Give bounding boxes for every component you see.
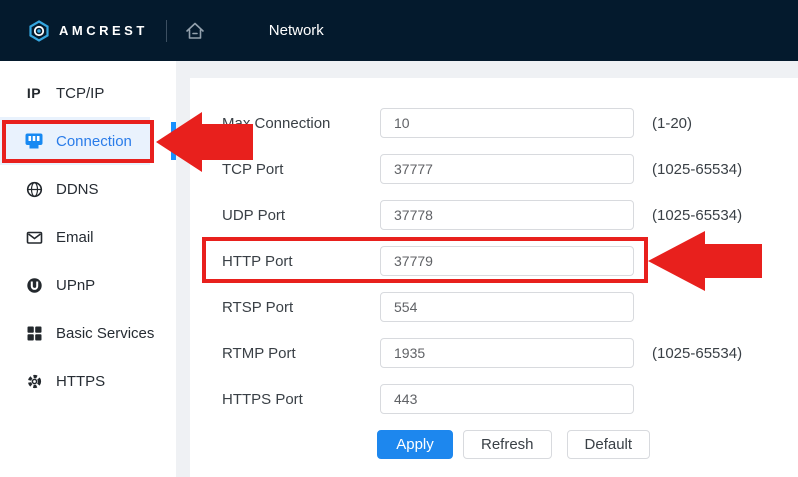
form-row-max-connection: Max Connection (1-20) — [222, 108, 798, 138]
max-connection-label: Max Connection — [222, 115, 380, 132]
button-row: Apply Refresh Default — [377, 430, 798, 459]
globe-icon — [25, 181, 43, 198]
sidebar-item-label: HTTPS — [56, 373, 105, 390]
circle-u-icon — [25, 277, 43, 294]
envelope-icon — [25, 229, 43, 246]
form-row-https-port: HTTPS Port — [222, 384, 798, 414]
gear-icon — [25, 373, 43, 390]
sidebar-item-email[interactable]: Email — [0, 213, 176, 261]
sidebar-item-ddns[interactable]: DDNS — [0, 165, 176, 213]
connection-settings-panel: Max Connection (1-20) TCP Port (1025-655… — [190, 78, 798, 477]
https-port-input[interactable] — [380, 384, 634, 414]
home-button[interactable] — [183, 19, 207, 43]
form-row-rtmp-port: RTMP Port (1025-65534) — [222, 338, 798, 368]
ethernet-port-icon — [25, 132, 43, 150]
udp-port-input[interactable] — [380, 200, 634, 230]
refresh-button[interactable]: Refresh — [463, 430, 552, 459]
sidebar-item-label: UPnP — [56, 277, 95, 294]
rtmp-port-hint: (1025-65534) — [652, 345, 742, 362]
sidebar-item-basic-services[interactable]: Basic Services — [0, 309, 176, 357]
udp-port-hint: (1025-65534) — [652, 207, 742, 224]
rtsp-port-label: RTSP Port — [222, 299, 380, 316]
http-port-input[interactable] — [380, 246, 634, 276]
apply-button[interactable]: Apply — [377, 430, 453, 459]
sidebar-item-label: DDNS — [56, 181, 99, 198]
sidebar-item-label: Email — [56, 229, 94, 246]
max-connection-hint: (1-20) — [652, 115, 692, 132]
rtmp-port-label: RTMP Port — [222, 345, 380, 362]
sidebar-item-tcpip[interactable]: IP TCP/IP — [0, 69, 176, 117]
form-row-tcp-port: TCP Port (1025-65534) — [222, 154, 798, 184]
amcrest-logo: AMCREST — [28, 20, 148, 42]
rtmp-port-input[interactable] — [380, 338, 634, 368]
sidebar-item-https[interactable]: HTTPS — [0, 357, 176, 405]
page-title: Network — [269, 22, 324, 39]
sidebar-item-label: Connection — [56, 133, 132, 150]
top-header-bar: AMCREST Network — [0, 0, 798, 61]
form-row-rtsp-port: RTSP Port — [222, 292, 798, 322]
tcp-port-input[interactable] — [380, 154, 634, 184]
https-port-label: HTTPS Port — [222, 391, 380, 408]
tcp-port-hint: (1025-65534) — [652, 161, 742, 178]
tcp-port-label: TCP Port — [222, 161, 380, 178]
udp-port-label: UDP Port — [222, 207, 380, 224]
sidebar-item-connection[interactable]: Connection — [0, 117, 150, 165]
sidebar-item-upnp[interactable]: UPnP — [0, 261, 176, 309]
form-row-udp-port: UDP Port (1025-65534) — [222, 200, 798, 230]
content-background: Max Connection (1-20) TCP Port (1025-655… — [176, 61, 798, 477]
max-connection-input[interactable] — [380, 108, 634, 138]
rtsp-port-input[interactable] — [380, 292, 634, 322]
sidebar-item-label: TCP/IP — [56, 85, 104, 102]
brand-text: AMCREST — [59, 23, 148, 38]
form-row-http-port: HTTP Port — [222, 246, 798, 276]
grid-icon — [25, 325, 43, 342]
http-port-label: HTTP Port — [222, 253, 380, 270]
default-button[interactable]: Default — [567, 430, 651, 459]
sidebar: IP TCP/IP Connection — [0, 61, 176, 477]
amcrest-network-settings-window: AMCREST Network IP TCP/IP — [0, 0, 798, 477]
amcrest-logo-icon — [28, 20, 50, 42]
header-divider — [166, 20, 167, 42]
ip-text-icon: IP — [25, 85, 43, 101]
home-icon — [183, 19, 207, 43]
sidebar-item-label: Basic Services — [56, 325, 154, 342]
